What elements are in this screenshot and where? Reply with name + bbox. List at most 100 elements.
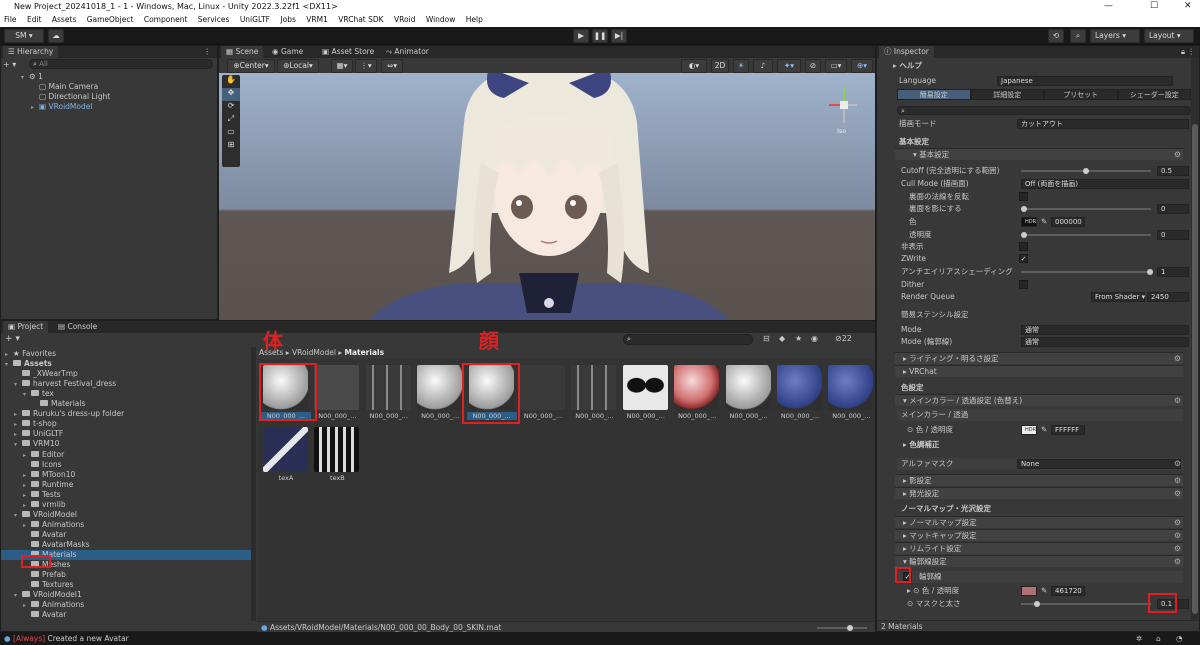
gear-icon[interactable]: ⚙	[1174, 543, 1181, 555]
asset-thumbnail[interactable]	[725, 365, 771, 410]
asset-label[interactable]: N00_000_...	[364, 412, 414, 420]
create-icon[interactable]: + ▾	[5, 334, 20, 344]
asset-label[interactable]: N00_000_...	[826, 412, 876, 420]
scene-root[interactable]: ▾ ⚙ 1	[1, 72, 217, 82]
inspector-menu-icon[interactable]: ⋮	[1188, 46, 1196, 58]
basic-section[interactable]: ▾ 基本設定 ⚙	[895, 148, 1183, 160]
tree-item[interactable]: ▾ harvest Festival_dress	[1, 379, 251, 389]
pause-icon[interactable]: ❚❚	[592, 29, 608, 43]
render-queue-mode-dropdown[interactable]: From Shader ▾	[1091, 292, 1145, 302]
texture-slot-icon[interactable]: ⊙	[907, 425, 913, 434]
bug-icon[interactable]: ⌂	[1156, 632, 1161, 645]
tree-item[interactable]: ▾ tex	[1, 389, 251, 399]
project-search-input[interactable]: ⌕	[623, 334, 753, 345]
language-dropdown[interactable]: Japanese	[997, 76, 1173, 86]
menu-vroid[interactable]: VRoid	[394, 15, 415, 24]
toggle-2d-button[interactable]: 2D	[711, 59, 729, 73]
asset-label[interactable]: N00_000_...	[312, 412, 362, 420]
tab-game[interactable]: ◉ Game	[267, 46, 308, 58]
gear-icon[interactable]: ⚙	[1174, 488, 1181, 500]
tab-animator[interactable]: ⤳ Animator	[381, 46, 434, 58]
progress-icon[interactable]: ◔	[1176, 632, 1183, 645]
minimize-icon[interactable]: —	[1104, 0, 1113, 13]
normal-map-section[interactable]: ▸ ノーマルマップ設定 ⚙	[895, 516, 1183, 528]
asset-thumbnail[interactable]	[520, 365, 565, 410]
tree-item[interactable]: ▾ Assets	[1, 359, 251, 369]
invisible-checkbox[interactable]	[1019, 242, 1028, 251]
tree-item[interactable]: ▸ Editor	[1, 450, 251, 460]
menu-unigltf[interactable]: UniGLTF	[240, 15, 270, 24]
gear-icon[interactable]: ⚙	[1174, 475, 1181, 487]
cutoff-field[interactable]: 0.5	[1157, 166, 1189, 176]
asset-thumbnail[interactable]	[314, 365, 360, 410]
help-row[interactable]: ▸ ヘルプ	[879, 60, 1183, 72]
play-icon[interactable]: ▶	[573, 29, 589, 43]
tree-item[interactable]: AvatarMasks	[1, 620, 251, 621]
emission-section[interactable]: ▸ 発光設定 ⚙	[895, 487, 1183, 499]
transform-tool-icon[interactable]: ⊞	[222, 140, 240, 153]
asset-label[interactable]: N00_000_...	[775, 412, 825, 420]
hierarchy-item-directional-light[interactable]: ▢ Directional Light	[1, 92, 217, 102]
eyedropper-icon[interactable]: ✎	[1041, 585, 1047, 597]
outline-width-slider[interactable]	[1021, 601, 1151, 607]
mode-tab-shader[interactable]: シェーダー設定	[1117, 89, 1191, 100]
main-color-swatch[interactable]: HDR	[1021, 425, 1037, 435]
rect-tool-icon[interactable]: ▭	[222, 127, 240, 140]
tree-item[interactable]: ▸ Runtime	[1, 480, 251, 490]
opacity-slider[interactable]	[1021, 232, 1151, 238]
tree-item[interactable]: ▸ MToon10	[1, 470, 251, 480]
vrchat-section[interactable]: ▸ VRChat	[895, 365, 1183, 377]
menu-edit[interactable]: Edit	[27, 15, 42, 24]
texture-slot-icon[interactable]: ⊙	[907, 599, 913, 608]
tree-item[interactable]: Materials	[1, 399, 251, 409]
asset-label[interactable]: N00_000_...	[518, 412, 568, 420]
asset-thumbnail[interactable]	[365, 365, 411, 410]
gear-icon[interactable]: ⚙	[1174, 353, 1181, 365]
tree-item[interactable]: Icons	[1, 460, 251, 470]
tree-item[interactable]: ▾ VRM10	[1, 439, 251, 449]
cloud-icon[interactable]: ☁	[48, 29, 64, 43]
asset-thumbnail[interactable]	[417, 365, 463, 410]
asset-thumbnail[interactable]	[571, 365, 617, 410]
asset-label[interactable]: N00_000_...	[672, 412, 722, 420]
pivot-dropdown[interactable]: ⊕Center▾	[227, 59, 275, 73]
menu-component[interactable]: Component	[144, 15, 188, 24]
search-icon[interactable]: ⌕	[1070, 29, 1086, 43]
favorite-icon[interactable]: ★	[795, 334, 802, 343]
render-queue-field[interactable]: 2450	[1147, 292, 1189, 302]
asset-label[interactable]: texA	[261, 474, 311, 482]
lighting-toggle-icon[interactable]: ☀	[733, 59, 749, 73]
tree-item[interactable]: AvatarMasks	[1, 540, 251, 550]
tree-item[interactable]: ▾ VRoidModel	[1, 510, 251, 520]
gear-icon[interactable]: ⚙	[1174, 517, 1181, 529]
stencil-outline-dropdown[interactable]: 通常	[1021, 337, 1189, 347]
hierarchy-item-vroidmodel[interactable]: ▸ ▣ VRoidModel	[1, 102, 217, 112]
color-adjust-row[interactable]: ▸ 色調補正	[879, 439, 1183, 451]
maximize-icon[interactable]: ☐	[1150, 0, 1158, 13]
add-icon[interactable]: + ▾	[3, 60, 16, 69]
tree-item[interactable]: ▾ VRoidModel1	[1, 590, 251, 600]
tab-project[interactable]: ▣ Project	[3, 321, 49, 333]
main-color-section[interactable]: ▾ メインカラー / 透過設定 (色替え) ⚙	[895, 394, 1183, 406]
menu-services[interactable]: Services	[198, 15, 230, 24]
alpha-mask-dropdown[interactable]: None	[1017, 459, 1181, 469]
asset-label[interactable]: N00_000_...	[724, 412, 774, 420]
asset-thumbnail[interactable]	[828, 365, 874, 410]
backface-shadow-slider[interactable]	[1021, 206, 1151, 212]
tab-hierarchy[interactable]: ☰ Hierarchy	[3, 46, 59, 58]
asset-label[interactable]: texB	[312, 474, 362, 482]
asset-thumbnail[interactable]	[777, 365, 822, 410]
mode-tab-simple[interactable]: 簡易設定	[897, 89, 971, 100]
asset-thumbnail[interactable]	[674, 365, 720, 410]
tree-item[interactable]: _XWearTmp	[1, 369, 251, 379]
expand-arrow-icon[interactable]: ▸	[907, 586, 911, 595]
eyedropper-icon[interactable]: ✎	[1041, 216, 1047, 228]
tab-asset-store[interactable]: ▣ Asset Store	[317, 46, 379, 58]
zwrite-checkbox[interactable]: ✓	[1019, 254, 1028, 263]
gear-icon[interactable]: ⚙	[1174, 395, 1181, 407]
hierarchy-search-input[interactable]: ⌕ All	[29, 59, 213, 69]
hand-tool-icon[interactable]: ✋	[222, 75, 240, 88]
scale-tool-icon[interactable]: ⤢	[222, 114, 240, 127]
breadcrumb-vroidmodel[interactable]: VRoidModel	[292, 348, 336, 357]
panel-menu-icon[interactable]: ⋮	[204, 46, 212, 58]
